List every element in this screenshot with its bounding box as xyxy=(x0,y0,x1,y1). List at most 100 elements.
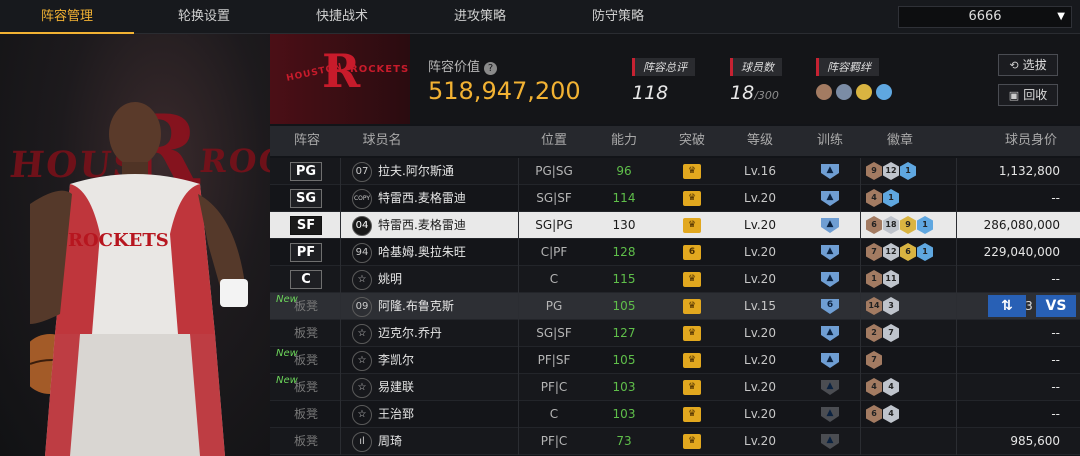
player-name[interactable]: 哈基姆.奥拉朱旺 xyxy=(378,239,508,266)
chemistry-silver-icon[interactable] xyxy=(836,84,852,100)
player-ability: 105 xyxy=(612,299,636,313)
player-count-stat: 球员数 18/300 xyxy=(730,56,782,104)
player-name[interactable]: 姚明 xyxy=(378,266,508,293)
crown-icon[interactable]: ♛ xyxy=(683,326,701,341)
player-position: PF|SF xyxy=(537,353,571,367)
crown-icon[interactable]: ♛ xyxy=(683,380,701,395)
header-level[interactable]: 等级 xyxy=(730,126,790,156)
player-name[interactable]: 阿隆.布鲁克斯 xyxy=(378,293,508,320)
chemistry-blue-icon[interactable] xyxy=(876,84,892,100)
crown-icon[interactable]: 6 xyxy=(683,245,701,260)
table-row[interactable]: 板凳 New ☆ 李凯尔 PF|SF 105 ♛ Lv.20 ▲ 7 -- xyxy=(270,347,1080,374)
divider xyxy=(956,158,957,185)
badge-list[interactable]: 27 xyxy=(866,324,899,342)
divider xyxy=(340,266,341,293)
badge-list[interactable]: 64 xyxy=(866,405,899,423)
badge-list[interactable]: 7 xyxy=(866,351,882,369)
training-shield-icon[interactable]: ▲ xyxy=(821,407,839,422)
tab-defense[interactable]: 防守策略 xyxy=(550,0,686,34)
training-shield-icon[interactable]: ▲ xyxy=(821,164,839,179)
player-value: 1,132,800 xyxy=(998,164,1060,178)
badge-icon: 1 xyxy=(917,216,933,234)
training-shield-icon[interactable]: ▲ xyxy=(821,326,839,341)
table-row[interactable]: 板凳 New 09 阿隆.布鲁克斯 PG 105 ♛ Lv.15 6 14 3 ⇅ 3 VS xyxy=(270,293,1080,320)
player-level: Lv.20 xyxy=(744,245,776,259)
training-shield-icon[interactable]: ▲ xyxy=(821,191,839,206)
lineup-select[interactable]: 6666 ▼ xyxy=(898,6,1072,28)
training-shield-icon[interactable]: ▲ xyxy=(821,434,839,449)
crown-icon[interactable]: ♛ xyxy=(683,434,701,449)
player-name[interactable]: 特雷西.麦格雷迪 xyxy=(378,185,508,212)
player-position: SG|PG xyxy=(535,218,573,232)
table-row[interactable]: 板凳 New ☆ 易建联 PF|C 103 ♛ Lv.20 ▲ 4 4 -- xyxy=(270,374,1080,401)
chemistry-bronze-icon[interactable] xyxy=(816,84,832,100)
badge-icon: 6 xyxy=(900,243,916,261)
tab-offense[interactable]: 进攻策略 xyxy=(410,0,550,34)
table-row[interactable]: 板凳 ☆ 迈克尔.乔丹 SG|SF 127 ♛ Lv.20 ▲ 2 7 -- xyxy=(270,320,1080,347)
badge-list[interactable]: 6 18 9 1 xyxy=(866,216,933,234)
divider xyxy=(860,185,861,212)
vs-button[interactable]: VS xyxy=(1036,295,1076,317)
badge-icon: 7 xyxy=(883,324,899,342)
table-row[interactable]: PF 94 哈基姆.奥拉朱旺 C|PF 128 6 Lv.20 ▲ 7 12 6 1 229,040,0… xyxy=(270,239,1080,266)
tab-rotation[interactable]: 轮换设置 xyxy=(134,0,274,34)
new-tag: New xyxy=(276,375,298,386)
chemistry-gold-icon[interactable] xyxy=(856,84,872,100)
crown-icon[interactable]: ♛ xyxy=(683,353,701,368)
player-name[interactable]: 王治郅 xyxy=(378,401,508,428)
help-icon[interactable]: ? xyxy=(484,62,498,75)
training-shield-icon[interactable]: 6 xyxy=(821,299,839,314)
tab-lineup[interactable]: 阵容管理 xyxy=(0,0,134,34)
player-name[interactable]: 李凯尔 xyxy=(378,347,508,374)
badge-list[interactable]: 41 xyxy=(866,189,899,207)
badge-icon: 1 xyxy=(917,243,933,261)
chemistry-icons[interactable] xyxy=(816,84,892,100)
training-shield-icon[interactable]: ▲ xyxy=(821,218,839,233)
badge-list[interactable]: 1 11 xyxy=(866,270,899,288)
table-row[interactable]: 板凳 ☆ 王治郅 C 103 ♛ Lv.20 ▲ 6 4 -- xyxy=(270,401,1080,428)
player-value: -- xyxy=(1051,326,1060,340)
player-name[interactable]: 周琦 xyxy=(378,428,508,455)
table-row[interactable]: SG COPY 特雷西.麦格雷迪 SG|SF 114 ♛ Lv.20 ▲ 4 1 -- xyxy=(270,185,1080,212)
table-row[interactable]: PG 07 拉夫.阿尔斯通 PG|SG 96 ♛ Lv.16 ▲ 9 12 1 1,132,800 xyxy=(270,158,1080,185)
tab-tactics[interactable]: 快捷战术 xyxy=(274,0,410,34)
table-row[interactable]: SF 04 特雷西.麦格雷迪 SG|PG 130 ♛ Lv.20 ▲ 6 18 9 1 286,080,… xyxy=(270,212,1080,239)
table-row[interactable]: C ☆ 姚明 C 115 ♛ Lv.20 ▲ 1 11 -- xyxy=(270,266,1080,293)
divider xyxy=(956,212,957,239)
crown-icon[interactable]: ♛ xyxy=(683,272,701,287)
training-shield-icon[interactable]: ▲ xyxy=(821,353,839,368)
table-header: 阵容 球员名 位置 能力 突破 等级 训练 徽章 球员身价 xyxy=(270,126,1080,156)
training-shield-icon[interactable]: ▲ xyxy=(821,272,839,287)
lineup-rating: 118 xyxy=(632,82,669,104)
crown-icon[interactable]: ♛ xyxy=(683,164,701,179)
select-player-button[interactable]: ⟲ 选拔 xyxy=(998,54,1058,76)
player-name[interactable]: 易建联 xyxy=(378,374,508,401)
player-value: -- xyxy=(1051,407,1060,421)
swap-button[interactable]: ⇅ xyxy=(988,295,1026,317)
recycle-button[interactable]: ▣ 回收 xyxy=(998,84,1058,106)
player-level: Lv.15 xyxy=(744,299,776,313)
training-shield-icon[interactable]: ▲ xyxy=(821,245,839,260)
training-shield-icon[interactable]: ▲ xyxy=(821,380,839,395)
crown-icon[interactable]: ♛ xyxy=(683,218,701,233)
jersey-number: ☆ xyxy=(352,270,372,290)
player-name[interactable]: 特雷西.麦格雷迪 xyxy=(378,212,508,239)
badge-list[interactable]: 44 xyxy=(866,378,899,396)
jersey-number: ☆ xyxy=(352,324,372,344)
new-tag: New xyxy=(276,348,298,359)
badge-list[interactable]: 9 12 1 xyxy=(866,162,916,180)
divider xyxy=(860,293,861,320)
player-level: Lv.20 xyxy=(744,191,776,205)
crown-icon[interactable]: ♛ xyxy=(683,191,701,206)
crown-icon[interactable]: ♛ xyxy=(683,299,701,314)
badge-list[interactable]: 7 12 6 1 xyxy=(866,243,933,261)
divider xyxy=(956,428,957,455)
player-name[interactable]: 迈克尔.乔丹 xyxy=(378,320,508,347)
badge-list[interactable]: 14 3 xyxy=(866,297,899,315)
badge-icon: 18 xyxy=(883,216,899,234)
header-value[interactable]: 球员身价 xyxy=(986,126,1076,156)
player-name[interactable]: 拉夫.阿尔斯通 xyxy=(378,158,508,185)
table-row[interactable]: 板凳 ıl 周琦 PF|C 73 ♛ Lv.20 ▲ 985,600 xyxy=(270,428,1080,455)
crown-icon[interactable]: ♛ xyxy=(683,407,701,422)
header-ability[interactable]: 能力 xyxy=(594,126,654,156)
